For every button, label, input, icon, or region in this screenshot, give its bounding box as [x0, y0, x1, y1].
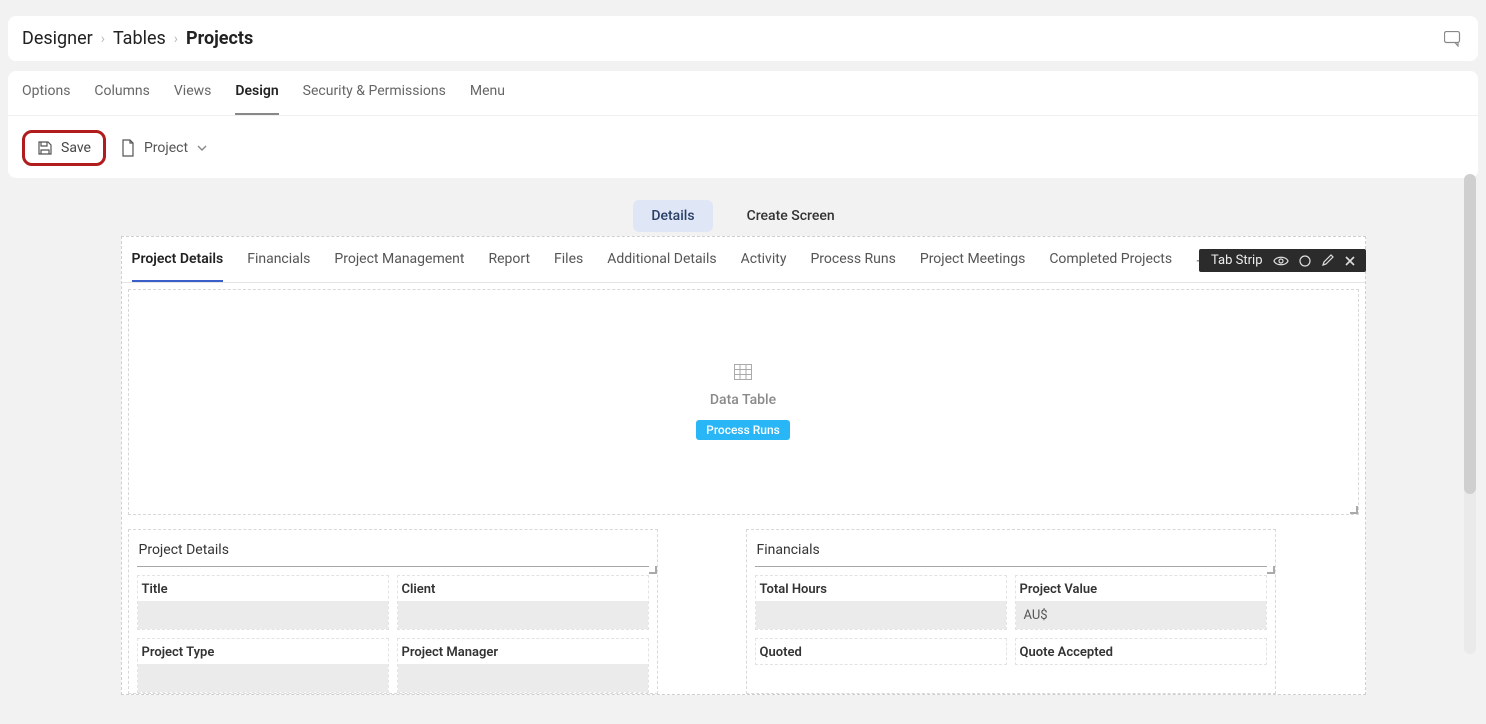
inner-tab-project-details[interactable]: Project Details	[132, 251, 224, 282]
inner-tab-financials[interactable]: Financials	[247, 251, 310, 282]
tab-views[interactable]: Views	[174, 83, 212, 115]
field-quoted[interactable]: Quoted	[755, 638, 1007, 665]
field-label-client: Client	[398, 576, 648, 601]
inner-tab-project-meetings[interactable]: Project Meetings	[920, 251, 1025, 282]
tab-menu[interactable]: Menu	[470, 83, 505, 115]
nav-tabs: Options Columns Views Design Security & …	[8, 71, 1478, 116]
inner-tab-project-management[interactable]: Project Management	[334, 251, 464, 282]
section-financials[interactable]: Financials Total Hours Project Value AU$	[746, 529, 1276, 694]
close-icon[interactable]	[1344, 255, 1356, 267]
project-dropdown[interactable]: Project	[120, 139, 208, 157]
inner-tab-activity[interactable]: Activity	[741, 251, 787, 282]
input-project-manager[interactable]	[398, 664, 648, 692]
save-icon	[37, 140, 53, 156]
tab-options[interactable]: Options	[22, 83, 70, 115]
inner-tab-completed-projects[interactable]: Completed Projects	[1049, 251, 1172, 282]
view-tab-create-screen[interactable]: Create Screen	[729, 200, 853, 232]
document-icon	[120, 139, 136, 157]
chevron-right-icon: ›	[101, 31, 105, 47]
edit-icon[interactable]	[1321, 254, 1334, 267]
inner-tab-additional-details[interactable]: Additional Details	[607, 251, 716, 282]
input-project-value[interactable]: AU$	[1016, 601, 1266, 629]
save-button-label: Save	[61, 140, 91, 156]
comment-icon[interactable]	[1444, 31, 1464, 47]
section-project-details[interactable]: Project Details Title Client Project T	[128, 529, 658, 694]
chevron-right-icon: ›	[174, 31, 178, 47]
canvas-panel: Tab Strip Project Details Financials Pro…	[121, 236, 1366, 695]
section-title-financials: Financials	[755, 538, 1267, 567]
inner-tabs: Project Details Financials Project Manag…	[122, 237, 1216, 282]
inner-tab-process-runs[interactable]: Process Runs	[810, 251, 895, 282]
field-label-quote-accepted: Quote Accepted	[1016, 639, 1266, 664]
view-tabs: Details Create Screen	[8, 184, 1478, 236]
field-client[interactable]: Client	[397, 575, 649, 630]
resize-handle[interactable]	[1350, 506, 1358, 514]
tab-columns[interactable]: Columns	[94, 83, 149, 115]
circle-icon[interactable]	[1299, 255, 1311, 267]
input-title[interactable]	[138, 601, 388, 629]
view-tab-details[interactable]: Details	[633, 200, 712, 232]
field-label-project-value: Project Value	[1016, 576, 1266, 601]
tab-design[interactable]: Design	[235, 83, 278, 115]
breadcrumb-tables[interactable]: Tables	[113, 28, 166, 49]
table-icon	[734, 364, 752, 380]
inner-tab-files[interactable]: Files	[554, 251, 583, 282]
input-client[interactable]	[398, 601, 648, 629]
field-project-value[interactable]: Project Value AU$	[1015, 575, 1267, 630]
datatable-label: Data Table	[710, 392, 776, 408]
chevron-down-icon	[196, 144, 208, 152]
datatable-placeholder[interactable]: Data Table Process Runs	[128, 289, 1359, 515]
breadcrumb-current: Projects	[186, 28, 253, 49]
field-label-title: Title	[138, 576, 388, 601]
tab-security[interactable]: Security & Permissions	[303, 83, 446, 115]
field-project-manager[interactable]: Project Manager	[397, 638, 649, 693]
eye-icon[interactable]	[1273, 255, 1289, 267]
field-total-hours[interactable]: Total Hours	[755, 575, 1007, 630]
field-label-total-hours: Total Hours	[756, 576, 1006, 601]
section-title-project-details: Project Details	[137, 538, 649, 567]
inner-tab-report[interactable]: Report	[488, 251, 530, 282]
scrollbar-thumb[interactable]	[1464, 174, 1476, 494]
resize-handle[interactable]	[1267, 566, 1275, 574]
field-project-type[interactable]: Project Type	[137, 638, 389, 693]
field-title[interactable]: Title	[137, 575, 389, 630]
tabstrip-label: Tab Strip	[1211, 253, 1262, 268]
save-button[interactable]: Save	[22, 130, 106, 166]
resize-handle[interactable]	[649, 566, 657, 574]
input-total-hours[interactable]	[756, 601, 1006, 629]
field-label-project-manager: Project Manager	[398, 639, 648, 664]
breadcrumb: Designer › Tables › Projects	[22, 28, 253, 49]
scrollbar[interactable]	[1464, 174, 1476, 654]
field-label-project-type: Project Type	[138, 639, 388, 664]
datatable-source-pill: Process Runs	[696, 420, 790, 440]
field-quote-accepted[interactable]: Quote Accepted	[1015, 638, 1267, 665]
breadcrumb-root[interactable]: Designer	[22, 28, 93, 49]
field-label-quoted: Quoted	[756, 639, 1006, 664]
tabstrip-toolbar: Tab Strip	[1199, 249, 1365, 272]
project-dropdown-label: Project	[144, 140, 188, 156]
input-project-type[interactable]	[138, 664, 388, 692]
